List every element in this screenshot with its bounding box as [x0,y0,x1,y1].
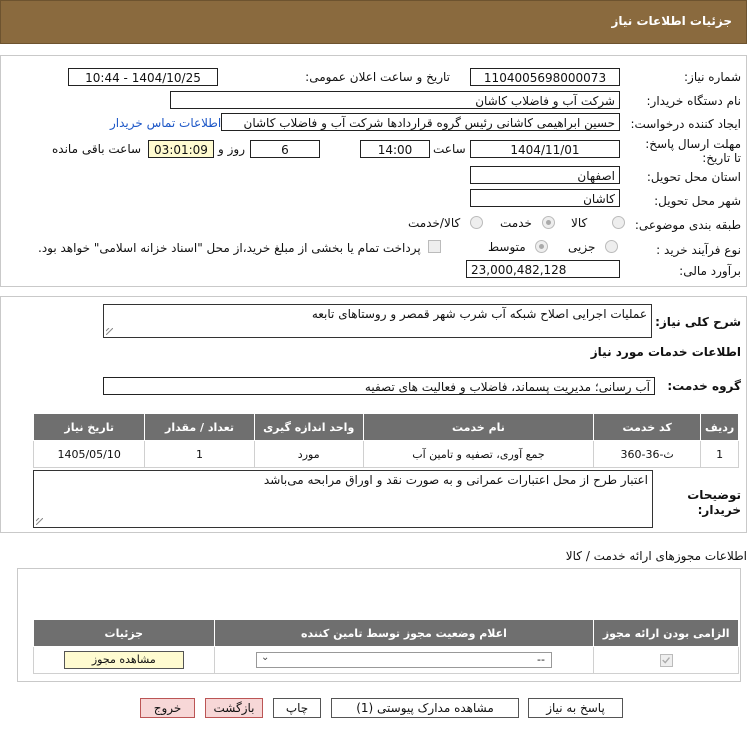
permits-table: الزامی بودن ارائه مجوز اعلام وضعیت مجوز … [33,619,739,674]
resize-handle-icon[interactable] [106,328,113,335]
permit-status-select[interactable]: ⌄ -- [256,652,552,668]
deadline-label: مهلت ارسال پاسخ: تا تاریخ: [645,137,741,165]
permit-status-value: -- [537,653,545,666]
col-permit-details: جزئیات [33,619,215,647]
treasury-checkbox[interactable] [428,240,441,253]
buyer-notes-text: اعتبار طرح از محل اعتبارات عمرانی و به ص… [263,473,648,487]
cell-permit-required [593,646,739,674]
category-option-service: خدمت [500,216,532,230]
services-section-title: اطلاعات خدمات مورد نیاز [590,345,741,359]
services-table: ردیف کد خدمت نام خدمت واحد اندازه گیری ت… [32,413,739,468]
process-option-medium: متوسط [488,240,526,254]
col-permit-status: اعلام وضعیت مجوز توسط تامین کننده [213,619,595,647]
announce-field: 1404/10/25 - 10:44 [68,68,218,86]
service-group-label: گروه خدمت: [667,379,741,393]
cell-unit: مورد [253,440,364,468]
city-label: شهر محل تحویل: [654,194,741,208]
col-service-name: نام خدمت [362,413,595,441]
buyer-label: نام دستگاه خریدار: [646,94,742,108]
budget-field: 23,000,482,128 [466,260,620,278]
province-field: اصفهان [470,166,620,184]
exit-button[interactable]: خروج [140,698,195,718]
announce-label: تاریخ و ساعت اعلان عمومی: [305,70,450,84]
deadline-date-field: 1404/11/01 [470,140,620,158]
days-field: 6 [250,140,320,158]
process-label: نوع فرآیند خرید : [656,243,741,257]
deadline-time-field: 14:00 [360,140,430,158]
col-need-date: تاریخ نیاز [32,413,146,441]
summary-text: عملیات اجرایی اصلاح شبکه آب شرب شهر قمصر… [311,307,647,321]
creator-field: حسین ابراهیمی کاشانی رئیس گروه قراردادها… [221,113,620,131]
col-unit: واحد اندازه گیری [253,413,364,441]
treasury-note: پرداخت تمام یا بخشی از مبلغ خرید،از محل … [38,241,421,255]
view-permit-button[interactable]: مشاهده مجوز [63,651,184,669]
resize-handle-icon[interactable] [36,518,43,525]
reply-button[interactable]: پاسخ به نیاز [528,698,623,718]
cell-service-name: جمع آوری، تصفیه و تامین آب [362,440,595,468]
services-table-header: ردیف کد خدمت نام خدمت واحد اندازه گیری ت… [32,413,739,441]
category-radio-goods[interactable] [612,216,625,229]
process-radio-medium[interactable] [535,240,548,253]
budget-label: برآورد مالی: [679,264,741,278]
check-icon [661,656,670,664]
buyer-notes-field: اعتبار طرح از محل اعتبارات عمرانی و به ص… [33,470,653,528]
cell-quantity: 1 [144,440,255,468]
buyer-field: شرکت آب و فاضلاب کاشان [170,91,620,109]
cell-permit-details: مشاهده مجوز [33,646,215,674]
print-button[interactable]: چاپ [273,698,321,718]
city-field: کاشان [470,189,620,207]
back-button[interactable]: بازگشت [205,698,263,718]
cell-service-code: ث-36-360 [593,440,702,468]
cell-row-number: 1 [700,440,739,468]
col-permit-required: الزامی بودن ارائه مجوز [593,619,739,647]
permit-required-checkbox[interactable] [659,653,673,667]
cell-permit-status: ⌄ -- [213,646,595,674]
creator-label: ایجاد کننده درخواست: [630,117,741,131]
remaining-label: ساعت باقی مانده [52,142,142,156]
category-option-goods: کالا [571,216,588,230]
summary-field: عملیات اجرایی اصلاح شبکه آب شرب شهر قمصر… [103,304,652,338]
col-quantity: تعداد / مقدار [144,413,255,441]
deadline-hour-label: ساعت [433,142,466,156]
need-number-field: 1104005698000073 [470,68,620,86]
process-option-minor: جزیی [568,240,596,254]
category-label: طبقه بندی موضوعی: [634,218,741,232]
chevron-down-icon: ⌄ [261,652,270,663]
table-row: 1 ث-36-360 جمع آوری، تصفیه و تامین آب مو… [32,440,739,468]
category-option-both: کالا/خدمت [408,216,461,230]
buyer-notes-label: توضیحات خریدار: [687,488,741,517]
process-radio-minor[interactable] [605,240,618,253]
permits-title: اطلاعات مجوزهای ارائه خدمت / کالا [565,549,747,563]
cell-need-date: 1405/05/10 [32,440,146,468]
category-radio-both[interactable] [470,216,483,229]
permits-table-header: الزامی بودن ارائه مجوز اعلام وضعیت مجوز … [33,619,739,647]
header-bar: جزئیات اطلاعات نیاز [0,0,747,44]
need-number-label: شماره نیاز: [684,70,741,84]
table-row: ⌄ -- مشاهده مجوز [33,646,739,674]
service-group-field: آب رسانی؛ مدیریت پسماند، فاضلاب و فعالیت… [103,377,655,395]
summary-label: شرح کلی نیاز: [655,315,741,329]
days-label: روز و [218,142,245,156]
col-row-number: ردیف [700,413,739,441]
col-service-code: کد خدمت [593,413,702,441]
remaining-time-field: 03:01:09 [148,140,214,158]
province-label: استان محل تحویل: [646,170,741,184]
page-title: جزئیات اطلاعات نیاز [611,14,732,28]
attachments-button[interactable]: مشاهده مدارک پیوستی (1) [331,698,519,718]
buyer-contact-link[interactable]: اطلاعات تماس خریدار [110,116,221,130]
category-radio-service[interactable] [542,216,555,229]
